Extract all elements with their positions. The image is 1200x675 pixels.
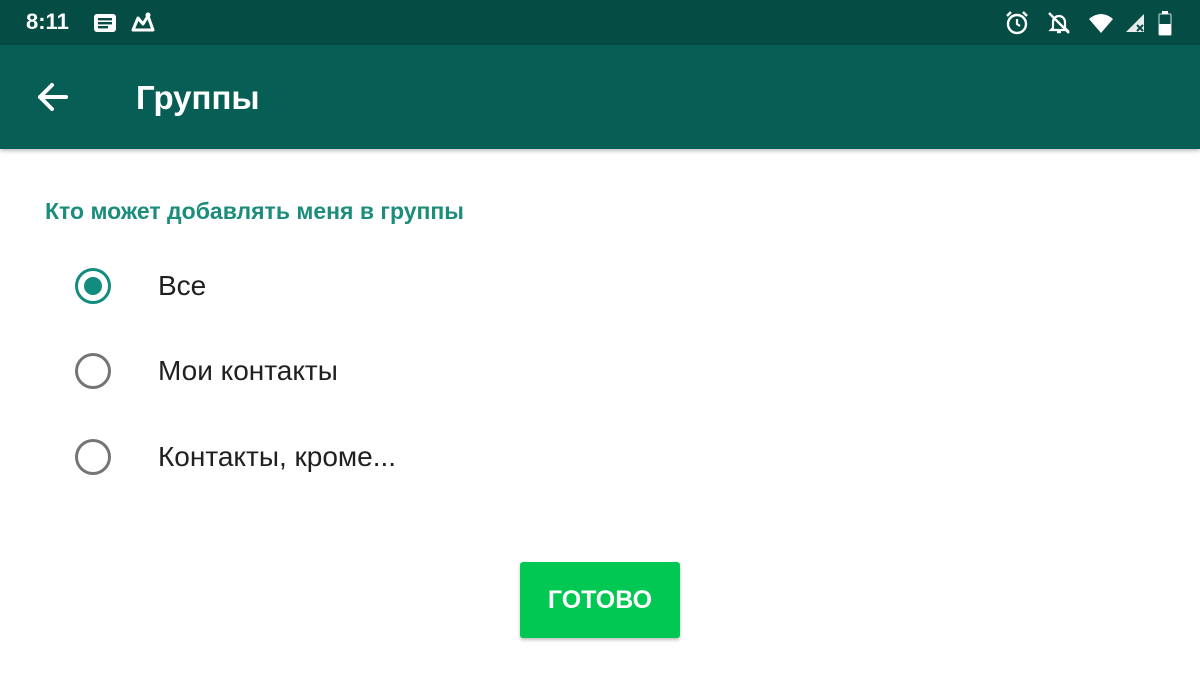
message-icon: [94, 14, 116, 32]
arrow-left-icon[interactable]: [28, 73, 76, 121]
alarm-icon: [1006, 11, 1028, 35]
battery-icon: [1158, 11, 1172, 36]
radio-button[interactable]: [75, 439, 111, 475]
status-bar: 8:11: [0, 0, 1200, 45]
page-title: Группы: [136, 79, 260, 116]
notifications-off-icon: [1048, 12, 1070, 34]
status-time: 8:11: [26, 9, 69, 34]
done-button[interactable]: ГОТОВО: [520, 562, 680, 638]
option-my-contacts[interactable]: Мои контакты: [60, 335, 660, 407]
option-everyone[interactable]: Все: [60, 250, 660, 322]
wifi-icon: [1089, 14, 1113, 33]
radio-button-checked[interactable]: [75, 268, 111, 304]
radio-button[interactable]: [75, 353, 111, 389]
option-label: Мои контакты: [158, 355, 338, 386]
option-label: Контакты, кроме...: [158, 441, 397, 472]
signal-icon: [1126, 14, 1144, 32]
option-contacts-except[interactable]: Контакты, кроме...: [60, 421, 660, 493]
radio-dot: [84, 277, 102, 295]
app-bar: Группы: [0, 45, 1200, 149]
option-label: Все: [158, 270, 207, 301]
app-notification-icon: [131, 12, 155, 32]
section-heading: Кто может добавлять меня в группы: [45, 198, 464, 224]
